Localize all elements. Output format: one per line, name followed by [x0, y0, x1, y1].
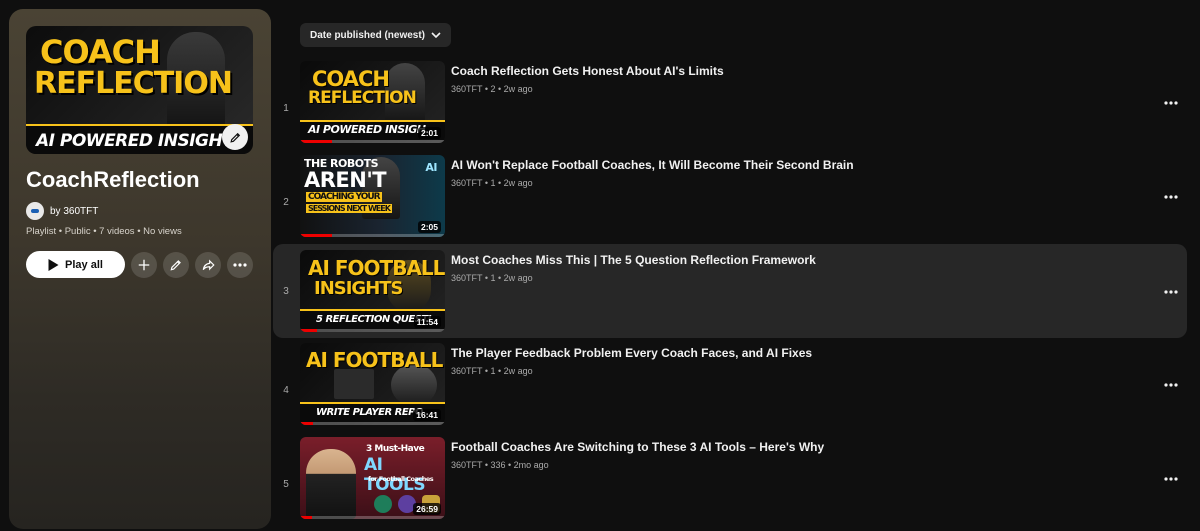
video-title[interactable]: The Player Feedback Problem Every Coach … [451, 345, 1131, 361]
playlist-owner[interactable]: by 360TFT [26, 202, 254, 220]
playlist-video-row[interactable]: 2 THE ROBOTS AREN'T COACHING YOUR SESSIO… [273, 155, 1187, 249]
video-info: Most Coaches Miss This | The 5 Question … [451, 252, 1131, 283]
video-thumbnail[interactable]: THE ROBOTS AREN'T COACHING YOUR SESSIONS… [300, 155, 445, 237]
thumbnail-text: REFLECTION [308, 88, 417, 108]
channel-avatar[interactable] [26, 202, 44, 220]
pencil-icon [229, 132, 240, 143]
video-meta: 360TFT • 1 • 2w ago [451, 273, 533, 283]
video-info: Football Coaches Are Switching to These … [451, 439, 1131, 470]
watch-progress [300, 422, 314, 425]
video-info: The Player Feedback Problem Every Coach … [451, 345, 1131, 376]
watch-progress-track [300, 329, 445, 332]
edit-playlist-button[interactable] [163, 251, 189, 278]
playlist-meta: Playlist • Public • 7 videos • No views [26, 226, 182, 237]
video-title[interactable]: Coach Reflection Gets Honest About AI's … [451, 63, 1131, 79]
thumbnail-text: AREN'T [304, 168, 387, 192]
video-menu-button[interactable] [1161, 187, 1181, 207]
cover-banner-text: AI POWERED INSIGHT [36, 131, 234, 151]
cover-banner: AI POWERED INSIGHT [26, 124, 253, 154]
watch-progress [300, 234, 332, 237]
video-menu-button[interactable] [1161, 469, 1181, 489]
playlist-title: CoachReflection [26, 167, 200, 192]
thumbnail-text: 3 Must-Have [366, 444, 425, 454]
play-icon [48, 258, 59, 271]
video-menu-button[interactable] [1161, 375, 1181, 395]
video-duration: 16:41 [413, 409, 441, 421]
play-all-label: Play all [65, 258, 103, 271]
share-icon [202, 259, 215, 270]
video-meta: 360TFT • 2 • 2w ago [451, 84, 533, 94]
more-vertical-icon [1164, 101, 1178, 105]
playlist-video-row[interactable]: 4 AI FOOTBALL WRITE PLAYER REPO 16:41 Th… [273, 343, 1187, 437]
thumbnail-text: for Football Coaches [368, 475, 434, 483]
playlist-video-row[interactable]: 1 COACH REFLECTION AI POWERED INSIGH 2:0… [273, 61, 1187, 155]
video-meta: 360TFT • 336 • 2mo ago [451, 460, 549, 470]
video-index: 4 [283, 384, 289, 396]
video-info: AI Won't Replace Football Coaches, It Wi… [451, 157, 1131, 188]
share-button[interactable] [195, 251, 221, 278]
edit-thumbnail-button[interactable] [222, 124, 248, 150]
video-menu-button[interactable] [1161, 93, 1181, 113]
more-horizontal-icon [233, 262, 247, 267]
video-thumbnail[interactable]: AI FOOTBALL INSIGHTS 5 REFLECTION QUESTI… [300, 250, 445, 332]
video-menu-button[interactable] [1161, 282, 1181, 302]
playlist-video-row[interactable]: 3 AI FOOTBALL INSIGHTS 5 REFLECTION QUES… [273, 244, 1187, 338]
more-vertical-icon [1164, 290, 1178, 294]
video-title[interactable]: Most Coaches Miss This | The 5 Question … [451, 252, 1131, 268]
video-index: 5 [283, 478, 289, 490]
watch-progress-track [300, 422, 445, 425]
video-meta: 360TFT • 1 • 2w ago [451, 178, 533, 188]
thumbnail-banner-text: WRITE PLAYER REPO [316, 407, 424, 418]
cover-text-line1: COACH [40, 33, 161, 71]
sort-label: Date published (newest) [310, 29, 426, 41]
video-thumbnail[interactable]: COACH REFLECTION AI POWERED INSIGH 2:01 [300, 61, 445, 143]
playlist-cover[interactable]: COACH REFLECTION AI POWERED INSIGHT [26, 26, 253, 154]
video-duration: 11:54 [413, 316, 441, 328]
thumbnail-banner-text: AI POWERED INSIGH [308, 123, 426, 136]
owner-label[interactable]: by 360TFT [50, 206, 98, 217]
video-title[interactable]: Football Coaches Are Switching to These … [451, 439, 1131, 455]
thumbnail-ai-badge: AI [425, 161, 437, 174]
more-actions-button[interactable] [227, 251, 253, 278]
playlist-actions: Play all [26, 251, 254, 278]
watch-progress [300, 140, 332, 143]
video-duration: 2:05 [417, 221, 441, 233]
playlist-panel: COACH REFLECTION AI POWERED INSIGHT Coac… [9, 9, 271, 529]
video-index: 3 [283, 285, 289, 297]
thumbnail-text: COACHING YOUR [306, 192, 382, 202]
video-thumbnail[interactable]: 3 Must-Have AI TOOLS for Football Coache… [300, 437, 445, 519]
video-info: Coach Reflection Gets Honest About AI's … [451, 63, 1131, 94]
thumbnail-person-image [306, 449, 356, 519]
video-duration: 26:59 [413, 503, 441, 515]
thumbnail-text: INSIGHTS [314, 278, 404, 299]
pencil-icon [170, 259, 181, 270]
more-vertical-icon [1164, 383, 1178, 387]
thumbnail-text: SESSIONS NEXT WEEK [306, 204, 392, 213]
more-vertical-icon [1164, 195, 1178, 199]
thumbnail-tool-logo [374, 495, 392, 513]
video-meta: 360TFT • 1 • 2w ago [451, 366, 533, 376]
plus-icon [138, 259, 150, 270]
video-index: 1 [283, 102, 289, 114]
watch-progress [300, 329, 318, 332]
video-duration: 2:01 [417, 127, 441, 139]
sort-dropdown[interactable]: Date published (newest) [300, 23, 452, 47]
more-vertical-icon [1164, 477, 1178, 481]
add-to-button[interactable] [131, 251, 157, 278]
chevron-down-icon [431, 32, 441, 38]
video-title[interactable]: AI Won't Replace Football Coaches, It Wi… [451, 157, 1131, 173]
thumbnail-text: AI FOOTBALL [306, 348, 443, 372]
cover-text-line2: REFLECTION [34, 66, 233, 101]
playlist-video-row[interactable]: 5 3 Must-Have AI TOOLS for Football Coac… [273, 437, 1187, 531]
thumbnail-laptop-image [334, 369, 374, 399]
video-thumbnail[interactable]: AI FOOTBALL WRITE PLAYER REPO 16:41 [300, 343, 445, 425]
play-all-button[interactable]: Play all [26, 251, 125, 278]
thumbnail-text: AI FOOTBALL [308, 256, 445, 280]
video-index: 2 [283, 196, 289, 208]
